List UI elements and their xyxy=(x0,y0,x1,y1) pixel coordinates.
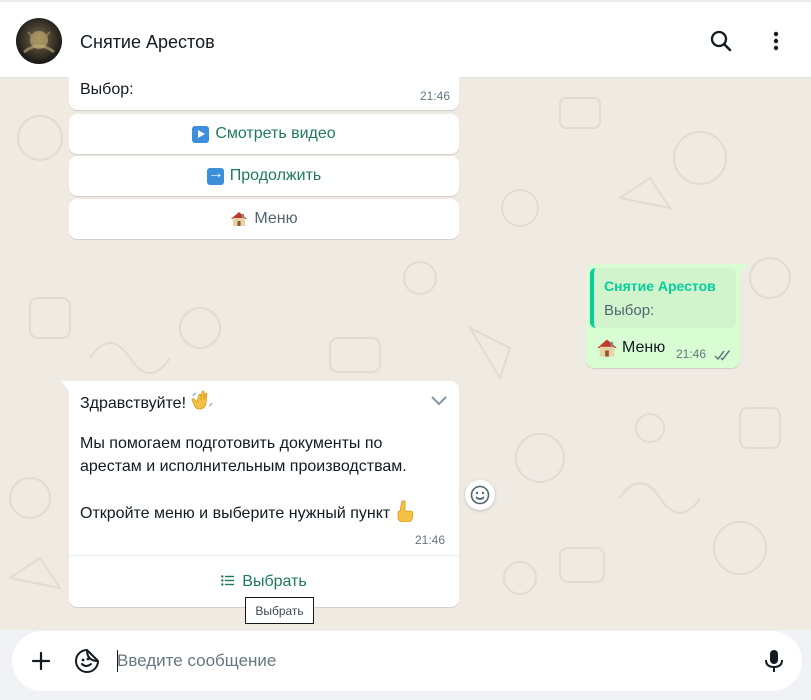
message-line-3-row: Откройте меню и выберите нужный пункт xyxy=(80,500,414,527)
list-icon xyxy=(221,573,235,591)
greeting-text: Здравствуйте! xyxy=(80,394,187,412)
tooltip: Выбрать xyxy=(245,597,314,624)
greeting-line: Здравствуйте! xyxy=(80,390,213,417)
search-icon[interactable] xyxy=(709,29,733,53)
menu-button[interactable]: Меню xyxy=(69,199,459,239)
message-line-1: Мы помогаем подготовить документы по xyxy=(80,435,383,452)
message-line-2: арестам и исполнительным производствам. xyxy=(80,458,407,475)
text-caret xyxy=(117,650,118,672)
message-line-3: Откройте меню и выберите нужный пункт xyxy=(80,504,391,522)
chat-header: Снятие Арестов xyxy=(0,0,811,78)
avatar-image xyxy=(23,31,55,54)
arrow-right-icon xyxy=(206,165,224,185)
button-label: Смотреть видео xyxy=(215,125,336,142)
chevron-down-icon[interactable] xyxy=(430,394,448,412)
select-label: Выбрать xyxy=(242,572,307,590)
message-time: 21:46 xyxy=(415,533,446,547)
watch-video-button[interactable]: Смотреть видео xyxy=(69,114,459,154)
message-text: Меню xyxy=(596,338,665,358)
outgoing-text: Меню xyxy=(622,339,666,356)
button-label: Продолжить xyxy=(229,167,322,184)
house-icon xyxy=(230,211,248,227)
microphone-icon[interactable] xyxy=(762,648,786,679)
quoted-message[interactable]: Снятие Арестов Выбор: xyxy=(590,268,736,328)
outgoing-message: Снятие Арестов Выбор: Меню 21:46 xyxy=(586,264,748,368)
chat-title[interactable]: Снятие Арестов xyxy=(80,32,215,53)
waving-hand-icon xyxy=(191,390,213,417)
menu-dots-icon[interactable] xyxy=(764,29,788,53)
smiley-icon xyxy=(470,485,490,505)
house-icon xyxy=(596,338,618,358)
emoji-reaction-button[interactable] xyxy=(465,480,495,510)
double-check-icon xyxy=(714,348,732,366)
sticker-icon[interactable] xyxy=(74,648,100,679)
incoming-message: Здравствуйте! Мы помогаем подготовить до… xyxy=(61,381,459,607)
quote-text: Выбор: xyxy=(604,302,655,319)
plus-icon[interactable] xyxy=(29,649,53,678)
avatar[interactable] xyxy=(16,18,62,64)
message-time: 21:46 xyxy=(419,89,450,103)
quote-author: Снятие Арестов xyxy=(604,278,716,294)
button-label: Меню xyxy=(254,210,298,227)
message-text: Выбор: xyxy=(80,81,134,98)
incoming-message: Выбор: 21:46 xyxy=(69,72,459,110)
pointing-down-icon xyxy=(396,500,414,527)
composer xyxy=(12,631,802,691)
continue-button[interactable]: Продолжить xyxy=(69,156,459,196)
message-time: 21:46 xyxy=(676,347,707,361)
play-icon xyxy=(192,125,210,143)
message-input[interactable] xyxy=(117,648,737,674)
